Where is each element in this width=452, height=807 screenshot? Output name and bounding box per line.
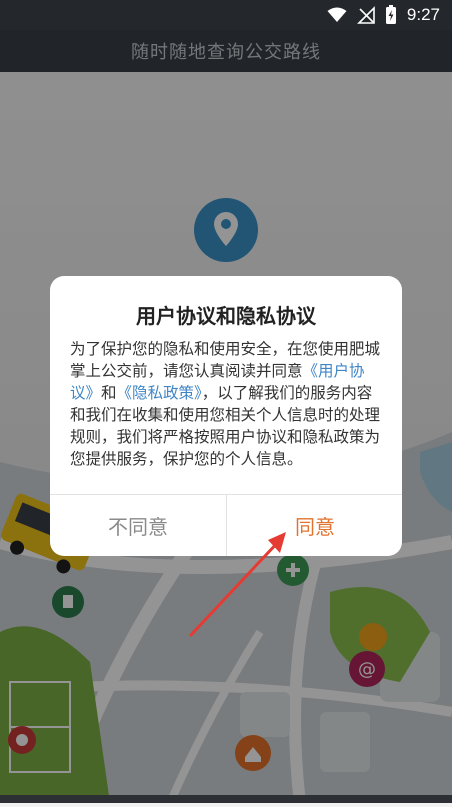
privacy-agreement-dialog: 用户协议和隐私协议 为了保护您的隐私和使用安全，在您使用肥城掌上公交前，请您认真… <box>50 276 402 556</box>
privacy-policy-link[interactable]: 《隐私政策》 <box>117 384 202 402</box>
dialog-title: 用户协议和隐私协议 <box>136 304 316 328</box>
status-time: 9:27 <box>406 5 440 24</box>
bottom-navigation-bar <box>0 795 452 803</box>
agree-button[interactable]: 同意 <box>227 495 402 556</box>
battery-charging-icon <box>385 5 396 24</box>
status-icons: 9:27 <box>327 4 440 26</box>
dialog-body-and: 和 <box>101 384 117 402</box>
dialog-body: 为了保护您的隐私和使用安全，在您使用肥城掌上公交前，请您认真阅读并同意《用户协议… <box>70 338 383 470</box>
status-bar: 9:27 <box>0 0 452 30</box>
signal-off-icon <box>356 6 375 24</box>
wifi-icon <box>327 7 347 22</box>
disagree-button[interactable]: 不同意 <box>50 495 226 556</box>
